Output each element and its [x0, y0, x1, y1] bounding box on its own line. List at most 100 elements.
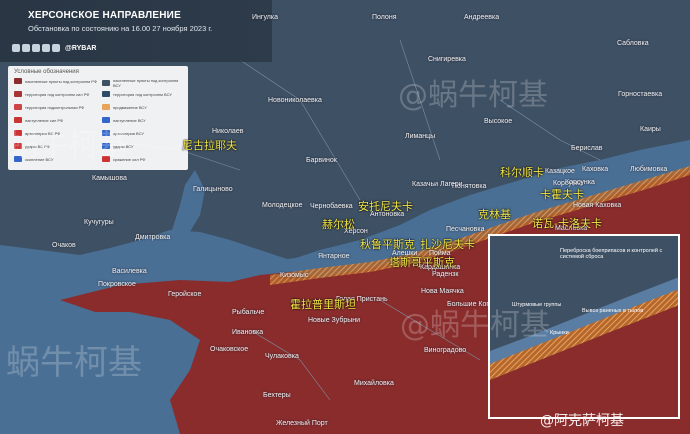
legend-item: удары ВСУ	[102, 143, 187, 149]
town-label: Николаев	[212, 128, 244, 135]
legend-label: населенные пункты под контролем РФ	[25, 78, 97, 84]
legend-item: территория подконтрольная РФ	[14, 104, 99, 110]
legend-item: наступление ВСУ	[102, 117, 187, 123]
legend-swatch	[14, 104, 22, 110]
legend-label: территория под контролем ВСУ	[113, 91, 172, 97]
town-label: Лиманцы	[405, 133, 436, 140]
cn-annotation: 霍拉普里斯坦	[290, 298, 356, 311]
town-label: Камышова	[92, 175, 127, 182]
town-label: Любимовка	[630, 166, 668, 173]
twitter-icon[interactable]	[32, 44, 40, 52]
inset-map	[490, 236, 678, 417]
legend-label: артиллерия ВСУ	[113, 130, 144, 136]
town-label: Андреевка	[464, 14, 500, 21]
legend-swatch	[14, 78, 22, 84]
town-label: Михайловка	[354, 380, 394, 387]
town-label: Песчановка	[446, 226, 485, 233]
town-label: Дмитровка	[135, 234, 171, 241]
town-label: Галицыново	[193, 186, 233, 193]
legend-item: артиллерия ВСУ	[102, 130, 187, 136]
legend-label: скопление ВСУ	[25, 156, 54, 162]
vk-icon[interactable]	[22, 44, 30, 52]
legend-swatch	[102, 80, 110, 86]
town-label: Кучугуры	[84, 219, 114, 226]
legend-item: сражение сил РФ	[102, 156, 187, 162]
legend-item: наступление сил РФ	[14, 117, 99, 123]
legend-swatch	[102, 91, 110, 97]
town-label: Очаковское	[210, 346, 249, 353]
cn-annotation: 扎沙尼夫卡	[420, 238, 475, 251]
town-label: Барвинок	[306, 157, 337, 164]
legend-label: населенные пункты под контролем ВСУ	[113, 78, 179, 88]
page-subtitle: Обстановка по состоянию на 16.00 27 нояб…	[28, 24, 213, 33]
town-label: Кизомыс	[280, 272, 309, 279]
town-label: Каиры	[640, 126, 661, 133]
town-label: Новониколаевка	[268, 97, 322, 104]
legend-item: скопление ВСУ	[14, 156, 99, 162]
inset-label-krynky: Крынки	[550, 330, 569, 336]
town-label: Железный Порт	[276, 420, 328, 427]
legend-label: удары ВСУ	[113, 143, 134, 149]
town-label: Чернобаевка	[310, 203, 353, 210]
instagram-icon[interactable]	[52, 44, 60, 52]
town-label: Берислав	[571, 145, 603, 152]
town-label: Ингулка	[252, 14, 278, 21]
legend-item: продвижение ВСУ	[102, 104, 187, 110]
legend-label: наступление сил РФ	[25, 117, 64, 123]
page-title: ХЕРСОНСКОЕ НАПРАВЛЕНИЕ	[28, 10, 181, 21]
inset-label-supply: Переброска боеприпасов и контролей с сис…	[560, 248, 663, 260]
legend-swatch	[102, 117, 110, 123]
town-label: Геройское	[168, 291, 202, 298]
inset-label-evac: Вывоз раненых в тылов	[582, 308, 644, 314]
legend-label: артиллерия ВС РФ	[25, 130, 61, 136]
youtube-icon[interactable]	[42, 44, 50, 52]
legend-swatch	[14, 130, 22, 136]
legend-label: территория под контролем сил РФ	[25, 91, 90, 97]
legend-swatch	[14, 117, 22, 123]
legend-label: наступление ВСУ	[113, 117, 146, 123]
legend-item: удары ВС РФ	[14, 143, 99, 149]
cn-annotation: 赫尔松	[322, 218, 355, 231]
cn-annotation: 安托尼夫卡	[358, 200, 413, 213]
town-label: Новая Каховка	[573, 202, 622, 209]
town-label: Казачьи Лагери	[412, 181, 463, 188]
town-label: Чулаковка	[265, 353, 299, 360]
town-label: Полоня	[372, 14, 397, 21]
town-label: Очаков	[52, 242, 76, 249]
rybar-handle: @RYBAR	[65, 44, 97, 52]
cn-annotation: 科尔顺卡	[500, 166, 544, 179]
town-label: Рыбальче	[232, 309, 265, 316]
cn-annotation: 卡霍夫卡	[540, 188, 584, 201]
cn-annotation: 塔斯哥平斯克	[389, 256, 455, 269]
legend-swatch	[14, 91, 22, 97]
legend-label: территория подконтрольная РФ	[25, 104, 85, 110]
legend-swatch	[102, 104, 110, 110]
social-bar: @RYBAR	[12, 42, 96, 54]
legend-label: сражение сил РФ	[113, 156, 146, 162]
town-label: Молодецкое	[262, 202, 303, 209]
cn-annotation: 克林基	[478, 208, 511, 221]
town-label: Сабловка	[617, 40, 649, 47]
cn-annotation: 尼古拉耶夫	[182, 139, 237, 152]
legend-swatch	[102, 156, 110, 162]
town-label: Высокое	[484, 118, 513, 125]
town-label: Радензк	[432, 271, 459, 278]
legend-item: территория под контролем ВСУ	[102, 91, 187, 97]
town-label: Василевка	[112, 268, 147, 275]
town-label: Ивановка	[232, 329, 264, 336]
legend-swatch	[102, 130, 110, 136]
town-label: Корсунка	[565, 179, 595, 186]
town-label: Виноградово	[424, 347, 467, 354]
legend-item: артиллерия ВС РФ	[14, 130, 99, 136]
legend-item: населенные пункты под контролем РФ	[14, 78, 99, 84]
cn-annotation: 秋鲁平斯克	[360, 238, 415, 251]
telegram-icon[interactable]	[12, 44, 20, 52]
legend-label: удары ВС РФ	[25, 143, 50, 149]
town-label: Янтарное	[318, 253, 350, 260]
legend-swatch	[14, 143, 22, 149]
town-label: Казацкое	[545, 168, 575, 175]
legend-heading: Условные обозначения	[14, 69, 79, 75]
legend-label: продвижение ВСУ	[113, 104, 147, 110]
legend-item: территория под контролем сил РФ	[14, 91, 99, 97]
header-panel: ХЕРСОНСКОЕ НАПРАВЛЕНИЕ Обстановка по сос…	[0, 0, 272, 62]
